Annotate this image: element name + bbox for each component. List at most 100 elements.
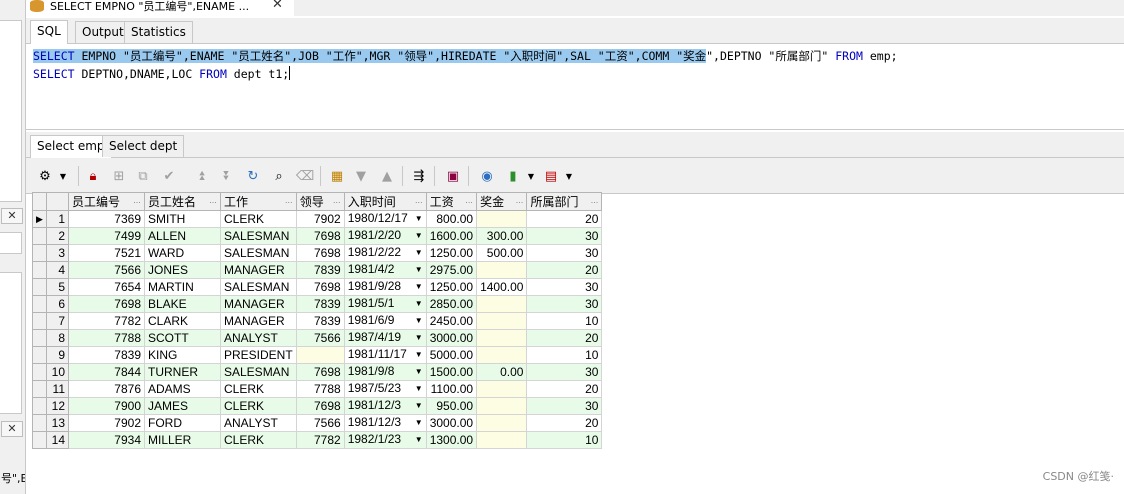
table-cell[interactable]: 7876 [68, 380, 145, 398]
table-cell[interactable] [476, 380, 528, 398]
table-cell[interactable]: 1600.00 [425, 227, 478, 245]
table-row[interactable]: 6 7698 BLAKE MANAGER 7839 1981/5/1 ▼ 2850.00 30 [32, 295, 603, 313]
table-cell[interactable]: 7782 [295, 431, 345, 449]
table-cell[interactable]: 5000.00 [425, 346, 478, 364]
table-cell[interactable]: 950.00 [425, 397, 478, 415]
column-header[interactable]: 入职时间… [343, 192, 427, 211]
row-indicator[interactable] [32, 312, 47, 330]
table-cell[interactable]: CLERK [220, 210, 297, 228]
column-header[interactable]: 工资… [425, 192, 478, 211]
table-cell[interactable]: 7521 [68, 244, 145, 262]
table-cell[interactable]: 7698 [295, 244, 345, 262]
table-cell[interactable] [476, 210, 528, 228]
table-cell[interactable]: MANAGER [220, 261, 297, 279]
table-cell[interactable]: FORD [144, 414, 221, 432]
table-cell[interactable]: 1100.00 [425, 380, 478, 398]
table-cell[interactable]: 1981/5/1 ▼ [343, 295, 427, 313]
table-cell[interactable]: PRESIDENT [220, 346, 297, 364]
table-row[interactable]: 13 7902 FORD ANALYST 7566 1981/12/3 ▼ 3000.00 20 [32, 414, 603, 432]
move-first-icon[interactable]: ⏫︎ [192, 167, 210, 185]
table-cell[interactable]: KING [144, 346, 221, 364]
table-cell[interactable] [295, 346, 345, 364]
sql-line-2[interactable]: SELECT DEPTNO,DNAME,LOC FROM dept t1; [33, 66, 291, 82]
table-cell[interactable]: ANALYST [220, 414, 297, 432]
table-cell[interactable]: 30 [526, 397, 603, 415]
tab-output[interactable]: Output [75, 21, 131, 43]
table-cell[interactable]: SMITH [144, 210, 221, 228]
table-cell[interactable]: 30 [526, 278, 603, 296]
table-cell[interactable]: 500.00 [476, 244, 528, 262]
chevron-down-icon[interactable]: ▼ [415, 432, 423, 448]
left-close-button-1[interactable]: ✕ [1, 208, 23, 224]
table-cell[interactable]: 3000.00 [425, 414, 478, 432]
table-cell[interactable]: 7499 [68, 227, 145, 245]
table-cell[interactable]: CLERK [220, 380, 297, 398]
table-cell[interactable]: 10 [526, 346, 603, 364]
chevron-down-icon[interactable]: ▼ [522, 167, 540, 185]
row-indicator[interactable] [32, 278, 47, 296]
chevron-down-icon[interactable]: ▼ [415, 381, 423, 397]
table-cell[interactable]: 7788 [295, 380, 345, 398]
row-indicator[interactable] [32, 346, 47, 364]
row-indicator[interactable] [32, 227, 47, 245]
table-cell[interactable]: 1250.00 [425, 278, 478, 296]
apply-icon[interactable]: ✔ [160, 167, 178, 185]
table-cell[interactable]: 2850.00 [425, 295, 478, 313]
table-row[interactable]: 4 7566 JONES MANAGER 7839 1981/4/2 ▼ 2975.00 20 [32, 261, 603, 279]
row-indicator[interactable] [32, 329, 47, 347]
table-cell[interactable]: 20 [526, 261, 603, 279]
tab-statistics[interactable]: Statistics [124, 21, 193, 43]
close-tab-icon[interactable]: ✕ [272, 0, 283, 12]
table-cell[interactable]: MANAGER [220, 295, 297, 313]
table-cell[interactable]: 30 [526, 295, 603, 313]
table-cell[interactable]: 1981/9/28 ▼ [343, 278, 427, 296]
chevron-down-icon[interactable]: ▼ [415, 330, 423, 346]
chevron-down-icon[interactable]: ▼ [415, 211, 423, 227]
table-cell[interactable]: 30 [526, 363, 603, 381]
chevron-down-icon[interactable]: ▼ [415, 364, 423, 380]
tab-sql[interactable]: SQL [30, 20, 68, 44]
grid-options-icon[interactable]: ⚙ [36, 167, 54, 185]
table-cell[interactable]: 7369 [68, 210, 145, 228]
sort-down-icon[interactable]: ▼ [352, 167, 370, 185]
row-indicator[interactable] [32, 397, 47, 415]
table-cell[interactable]: ADAMS [144, 380, 221, 398]
table-cell[interactable]: 7900 [68, 397, 145, 415]
save-icon[interactable]: ▣ [444, 167, 462, 185]
row-indicator[interactable] [32, 261, 47, 279]
table-cell[interactable]: SALESMAN [220, 244, 297, 262]
table-cell[interactable]: 1981/2/20 ▼ [343, 227, 427, 245]
chart-icon[interactable]: ▮ [504, 167, 522, 185]
table-cell[interactable]: MANAGER [220, 312, 297, 330]
table-cell[interactable]: SALESMAN [220, 278, 297, 296]
table-cell[interactable]: 300.00 [476, 227, 528, 245]
table-cell[interactable]: 7782 [68, 312, 145, 330]
row-indicator[interactable] [32, 431, 47, 449]
table-cell[interactable] [476, 312, 528, 330]
table-cell[interactable] [476, 295, 528, 313]
table-cell[interactable]: CLERK [220, 431, 297, 449]
table-row[interactable]: 12 7900 JAMES CLERK 7698 1981/12/3 ▼ 950.00 30 [32, 397, 603, 415]
table-cell[interactable]: 1981/6/9 ▼ [343, 312, 427, 330]
table-cell[interactable]: 1400.00 [476, 278, 528, 296]
table-cell[interactable]: 20 [526, 380, 603, 398]
table-cell[interactable]: 30 [526, 244, 603, 262]
table-cell[interactable]: 1300.00 [425, 431, 478, 449]
table-row[interactable]: 8 7788 SCOTT ANALYST 7566 1987/4/19 ▼ 3000.00 20 [32, 329, 603, 347]
table-cell[interactable]: 7698 [295, 227, 345, 245]
table-cell[interactable]: TURNER [144, 363, 221, 381]
table-cell[interactable]: ALLEN [144, 227, 221, 245]
table-cell[interactable]: BLAKE [144, 295, 221, 313]
table-cell[interactable]: 7566 [68, 261, 145, 279]
table-row[interactable]: 2 7499 ALLEN SALESMAN 7698 1981/2/20 ▼ 1600.00 3… [32, 227, 603, 245]
table-cell[interactable]: 7698 [295, 397, 345, 415]
table-cell[interactable]: 800.00 [425, 210, 478, 228]
table-cell[interactable]: CLARK [144, 312, 221, 330]
table-cell[interactable]: 7788 [68, 329, 145, 347]
table-cell[interactable]: JAMES [144, 397, 221, 415]
find-icon[interactable]: ⌕ [270, 167, 288, 185]
table-cell[interactable]: 1987/4/19 ▼ [343, 329, 427, 347]
record-view-icon[interactable]: ◉ [478, 167, 496, 185]
table-cell[interactable]: 1982/1/23 ▼ [343, 431, 427, 449]
table-cell[interactable]: 7839 [295, 261, 345, 279]
